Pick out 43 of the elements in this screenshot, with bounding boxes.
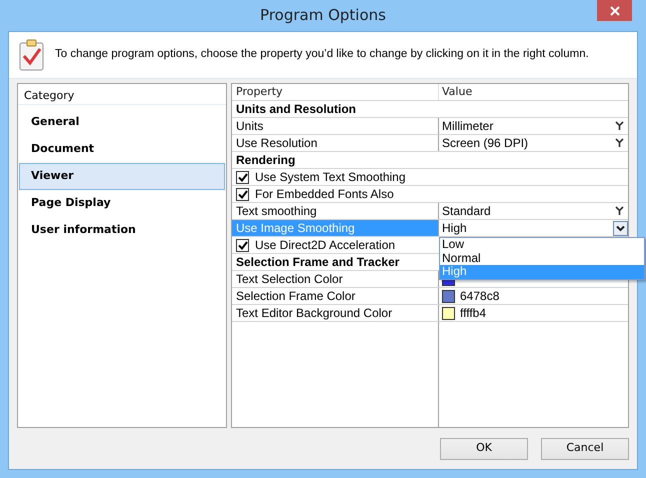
- property-name[interactable]: Text smoothing: [232, 203, 439, 219]
- column-header[interactable]: Property: [232, 84, 439, 100]
- close-button[interactable]: [597, 0, 632, 21]
- property-name[interactable]: Units: [232, 118, 439, 134]
- category-item[interactable]: General: [19, 109, 225, 136]
- category-item[interactable]: User information: [19, 217, 225, 244]
- close-icon: [610, 6, 620, 16]
- category-item[interactable]: Page Display: [19, 190, 225, 217]
- dropdown-arrow-icon[interactable]: [615, 121, 624, 131]
- property-label: For Embedded Fonts Also: [255, 186, 394, 202]
- cancel-button[interactable]: Cancel: [541, 438, 629, 460]
- property-value: ffffb4: [460, 305, 486, 321]
- category-item[interactable]: Document: [19, 136, 225, 163]
- chevron-down-icon: [616, 224, 625, 232]
- property-value: Screen (96 DPI): [442, 135, 528, 151]
- property-name[interactable]: Use Resolution: [232, 135, 439, 151]
- property-value: Millimeter: [442, 118, 494, 134]
- property-label: Use System Text Smoothing: [255, 169, 406, 185]
- dropdown-button[interactable]: [613, 220, 628, 236]
- property-value: High: [442, 220, 467, 236]
- window-title: Program Options: [260, 5, 386, 26]
- ok-button[interactable]: OK: [440, 438, 528, 460]
- property-name[interactable]: Text Selection Color: [232, 271, 439, 287]
- property-name[interactable]: Selection Frame Color: [232, 288, 439, 304]
- property-name[interactable]: Text Editor Background Color: [232, 305, 439, 321]
- property-label: Use Direct2D Acceleration: [255, 237, 396, 253]
- section-heading: Selection Frame and Tracker: [235, 254, 400, 270]
- property-value: Standard: [442, 203, 491, 219]
- dropdown-option[interactable]: Normal: [440, 252, 644, 265]
- instruction-text: To change program options, choose the property you’d like to change by clicking on it in the right column.: [55, 47, 589, 62]
- dropdown-arrow-icon[interactable]: [615, 206, 624, 216]
- checkbox[interactable]: [236, 188, 249, 200]
- checkbox[interactable]: [236, 170, 249, 184]
- section-heading: Rendering: [235, 152, 296, 168]
- section-heading: Units and Resolution: [235, 101, 356, 117]
- dropdown-option[interactable]: Low: [440, 238, 644, 252]
- category-heading: Category: [18, 84, 226, 105]
- category-item[interactable]: Viewer: [19, 163, 225, 190]
- dropdown-arrow-icon[interactable]: [615, 138, 624, 148]
- property-value: 6478c8: [460, 288, 500, 304]
- checkbox[interactable]: [236, 238, 249, 252]
- clipboard-check-icon: [19, 39, 45, 71]
- column-header[interactable]: Value: [439, 84, 628, 100]
